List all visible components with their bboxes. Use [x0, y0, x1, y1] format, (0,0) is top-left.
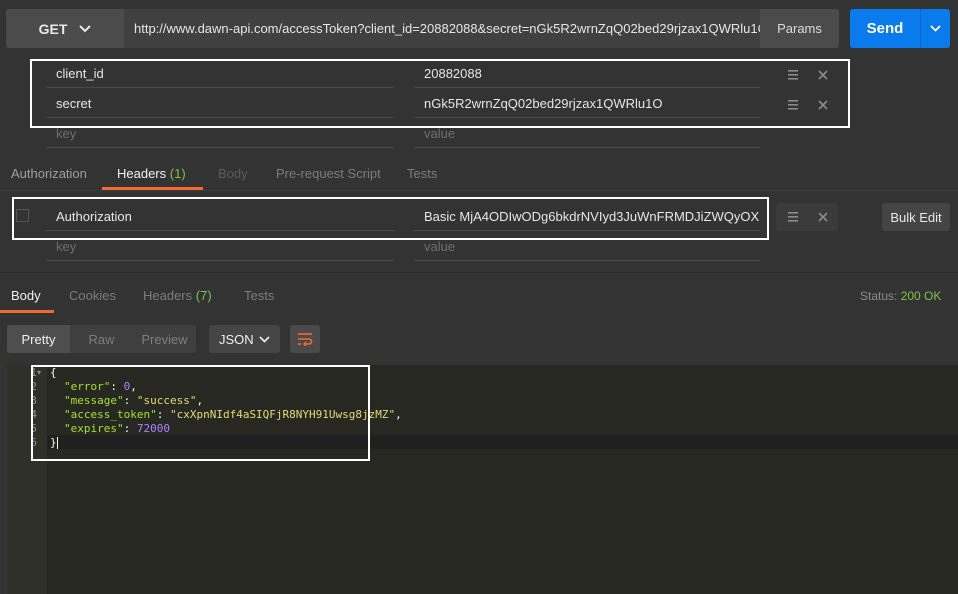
- json-sep: ,: [395, 408, 402, 421]
- active-response-tab-indicator: [0, 310, 54, 313]
- tabs-divider: [0, 190, 958, 191]
- response-tab-headers[interactable]: Headers (7): [143, 288, 212, 303]
- bulk-edit-button[interactable]: Bulk Edit: [882, 203, 950, 231]
- format-label: JSON: [219, 331, 254, 347]
- tab-label: Authorization: [11, 166, 87, 181]
- response-tab-cookies[interactable]: Cookies: [69, 288, 116, 303]
- chevron-down-icon: [930, 25, 941, 32]
- pretty-button[interactable]: Pretty: [7, 325, 70, 353]
- key-placeholder: key: [56, 126, 77, 141]
- send-button[interactable]: Send: [850, 9, 920, 48]
- tab-body[interactable]: Body: [218, 166, 248, 181]
- preview-button[interactable]: Preview: [133, 325, 196, 353]
- headers-count: (1): [169, 166, 186, 181]
- format-select[interactable]: JSON: [209, 325, 280, 353]
- tab-pre-request-script[interactable]: Pre-request Script: [276, 166, 381, 181]
- response-tab-tests[interactable]: Tests: [244, 288, 274, 303]
- method-label: GET: [38, 20, 68, 37]
- response-divider: [0, 272, 958, 273]
- close-icon[interactable]: [814, 208, 832, 226]
- value-placeholder: value: [424, 126, 456, 141]
- url-text: http://www.dawn-api.com/accessToken?clie…: [134, 21, 760, 36]
- view-mode-toggle: Pretty Raw Preview: [7, 325, 196, 353]
- tab-label: Cookies: [69, 288, 116, 303]
- response-highlight-box: [31, 365, 370, 461]
- status-value: 200 OK: [900, 289, 942, 303]
- tab-label: Tests: [407, 166, 438, 181]
- tab-label: Body: [218, 166, 248, 181]
- tab-label: Body: [11, 288, 41, 303]
- tab-label: Tests: [244, 288, 275, 303]
- tab-label: Headers: [117, 166, 167, 181]
- wrap-lines-button[interactable]: [290, 325, 320, 353]
- wrap-lines-icon: [298, 333, 313, 346]
- new-header-key-field[interactable]: key: [46, 233, 394, 261]
- raw-button[interactable]: Raw: [70, 325, 133, 353]
- tab-headers[interactable]: Headers (1): [117, 166, 186, 181]
- url-input[interactable]: http://www.dawn-api.com/accessToken?clie…: [124, 9, 760, 48]
- response-status: Status: 200 OK: [860, 289, 941, 303]
- value-placeholder: value: [424, 239, 456, 254]
- status-label: Status:: [860, 289, 898, 303]
- tab-label: Pre-request Script: [276, 166, 381, 181]
- tab-label: Headers: [143, 288, 193, 303]
- method-select[interactable]: GET: [6, 9, 124, 48]
- chevron-down-icon: [259, 335, 270, 343]
- tab-authorization[interactable]: Authorization: [11, 166, 87, 181]
- params-highlight-box: [30, 59, 850, 128]
- new-header-value-field[interactable]: value: [414, 233, 760, 261]
- key-placeholder: key: [56, 239, 77, 254]
- send-dropdown-button[interactable]: [920, 9, 950, 48]
- response-headers-count: (7): [195, 288, 212, 303]
- response-tab-body[interactable]: Body: [11, 288, 41, 303]
- tab-tests[interactable]: Tests: [407, 166, 437, 181]
- drag-handle-icon[interactable]: [784, 208, 802, 226]
- params-button[interactable]: Params: [760, 9, 839, 48]
- chevron-down-icon: [79, 24, 92, 32]
